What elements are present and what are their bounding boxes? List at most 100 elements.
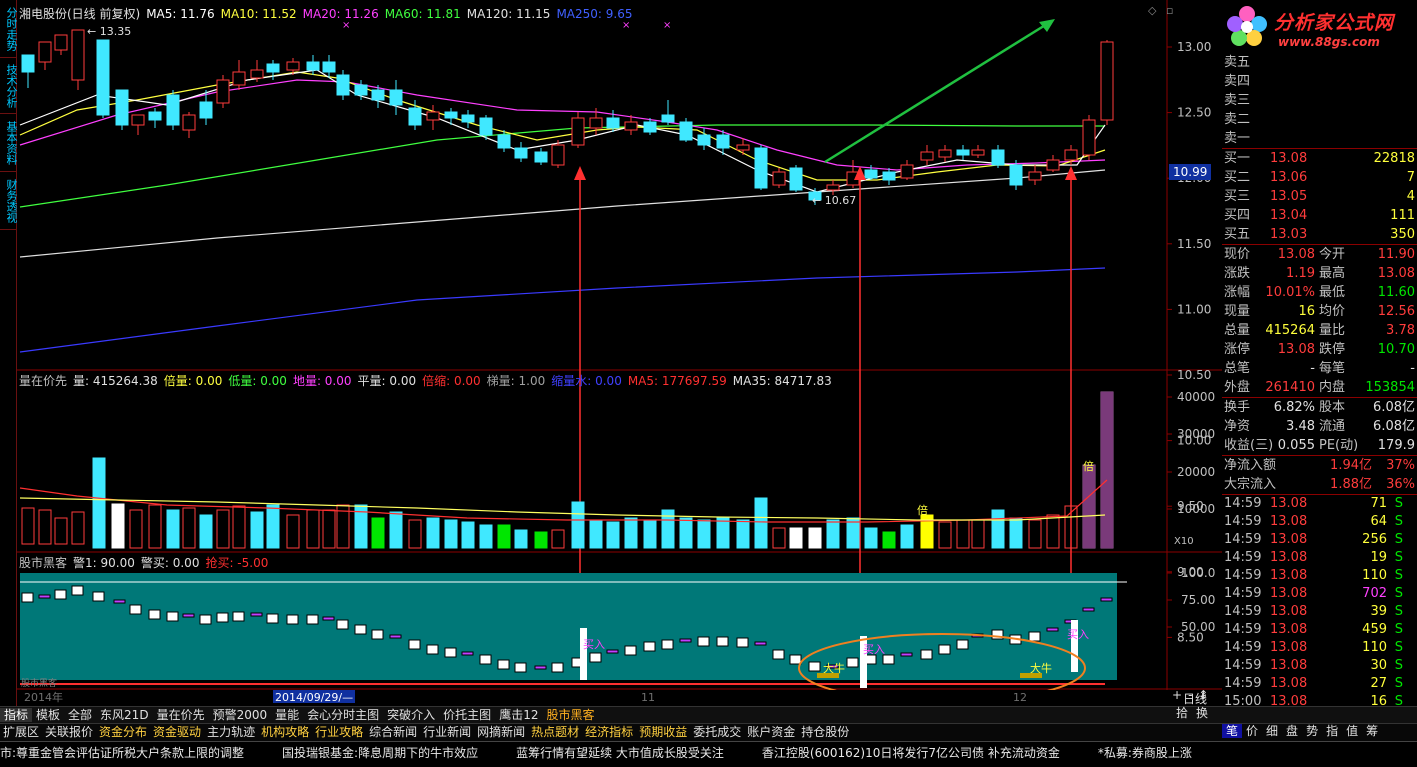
svg-text:10.99: 10.99: [1173, 165, 1207, 179]
right-tab[interactable]: 拾: [1172, 706, 1192, 720]
buy-level-label: 买四: [1224, 208, 1251, 223]
ind_header-label-0: 股市黑客: [19, 556, 68, 570]
quote-tab[interactable]: 指: [1322, 724, 1342, 738]
indicator-mark: [1028, 631, 1041, 642]
ticker-item[interactable]: 市:尊重金管会评估证所税大户条款上限的调整: [0, 746, 244, 760]
indicator-mark: [551, 662, 564, 673]
tick-price: 13.08: [1270, 640, 1308, 655]
ma-label-3: MA60: 11.81: [384, 7, 461, 21]
indicator-tab[interactable]: 量能: [271, 708, 303, 722]
quote-tab[interactable]: 盘: [1282, 724, 1302, 738]
quote-tab[interactable]: 筹: [1362, 724, 1382, 738]
stat-value-2: 11.90: [1377, 247, 1415, 262]
left-tab-2[interactable]: 基本资料: [0, 114, 18, 172]
indicator-tab[interactable]: 预警2000: [209, 708, 272, 722]
extension-tab[interactable]: 预期收益: [636, 725, 690, 739]
indicator-mark: [661, 639, 674, 650]
indicator-tab[interactable]: 东风21D: [96, 708, 153, 722]
tick-price: 13.08: [1270, 604, 1308, 619]
extension-tab[interactable]: 资金驱动: [150, 725, 204, 739]
right-tab[interactable]: 换: [1192, 706, 1212, 720]
tick-price: 13.08: [1270, 532, 1308, 547]
window-controls[interactable]: ◇ ▫: [1148, 4, 1176, 17]
news-ticker[interactable]: 市:尊重金管会评估证所税大户条款上限的调整 国投瑞银基金:降息周期下的牛市效应 蓝筹…: [0, 741, 1417, 767]
tick-row: 14:59 13.08 64 S: [1222, 513, 1417, 531]
volume-bar: [679, 517, 693, 549]
site-logo: 分析家公式网 www.88gs.com: [1222, 2, 1415, 54]
tick-side: S: [1394, 640, 1403, 655]
indicator-tab[interactable]: 会心分时主图: [303, 708, 383, 722]
quote-tab[interactable]: 价: [1242, 724, 1262, 738]
extension-tab[interactable]: 扩展区: [0, 725, 42, 739]
extension-tab[interactable]: 委托成交: [690, 725, 744, 739]
volume-bar: [808, 527, 822, 549]
extension-tab[interactable]: 网摘新闻: [474, 725, 528, 739]
indicator-mark: [354, 624, 367, 635]
indicator-tab[interactable]: 价托主图: [439, 708, 495, 722]
indicator-mark: [371, 629, 384, 640]
quote-tab[interactable]: 值: [1342, 724, 1362, 738]
candle: [679, 118, 693, 142]
indicator-mark: [624, 645, 637, 656]
volume-bar: [624, 517, 638, 549]
indicator-tab[interactable]: 全部: [64, 708, 96, 722]
extension-tab[interactable]: 热点题材: [528, 725, 582, 739]
stat-label: 外盘: [1224, 380, 1251, 395]
tick-volume: 27: [1370, 676, 1387, 691]
extension-tab[interactable]: 行业新闻: [420, 725, 474, 739]
indicator-mark: [736, 637, 749, 648]
indicator-mark: [182, 613, 195, 618]
extension-tab[interactable]: 行业攻略: [312, 725, 366, 739]
indicator-tab[interactable]: 指标: [0, 708, 33, 722]
quote-tab[interactable]: 势: [1302, 724, 1322, 738]
extension-tab[interactable]: 综合新闻: [366, 725, 420, 739]
extension-tab[interactable]: 持仓股份: [798, 725, 852, 739]
left-tab-0[interactable]: 分时走势: [0, 0, 18, 58]
ticker-item[interactable]: *私募:券商股上涨: [1098, 746, 1192, 760]
price-tick: 11.00: [1177, 302, 1211, 316]
stat-label-2: PE(动): [1319, 438, 1359, 453]
ticker-item[interactable]: 国投瑞银基金:降息周期下的牛市效应: [282, 746, 478, 760]
vol_header-label-10: MA35: 84717.83: [732, 374, 832, 388]
tick-time: 14:59: [1224, 622, 1262, 637]
stat-value-2: 13.08: [1377, 266, 1415, 281]
indicator-tab[interactable]: 量在价先: [153, 708, 209, 722]
stat-row: 涨跌 1.19 最高 13.08: [1222, 264, 1417, 283]
tick-row: 14:59 13.08 39 S: [1222, 603, 1417, 621]
volume-bar: [426, 517, 440, 549]
quote-tab[interactable]: 细: [1262, 724, 1282, 738]
tick-volume: 459: [1362, 622, 1387, 637]
indicator-mark: [38, 594, 51, 599]
extension-tab[interactable]: 关联报价: [42, 725, 96, 739]
indicator-tab[interactable]: 突破介入: [383, 708, 439, 722]
ticker-item[interactable]: 蓝筹行情有望延续 大市值成长股受关注: [516, 746, 724, 760]
stat-value: -: [1310, 361, 1315, 376]
extension-tab[interactable]: 机构攻略: [258, 725, 312, 739]
indicator-tab[interactable]: 鹰击12: [495, 708, 542, 722]
candle: [336, 70, 350, 100]
indicator-mark: [920, 649, 933, 660]
extension-tab[interactable]: 账户资金: [744, 725, 798, 739]
stat-value-2: 179.9: [1377, 438, 1415, 453]
quote-tab[interactable]: 笔: [1222, 724, 1243, 738]
stat-value-2: 153854: [1365, 380, 1415, 395]
indicator-tab[interactable]: 模板: [32, 708, 64, 722]
tick-row: 14:59 13.08 110 S: [1222, 639, 1417, 657]
indicator-tab[interactable]: 股市黑客: [542, 708, 598, 722]
ticker-item[interactable]: 香江控股(600162)10日将发行7亿公司债 补充流动资金: [762, 746, 1060, 760]
extension-tab[interactable]: 主力轨迹: [204, 725, 258, 739]
volume-bar-prev: [1083, 465, 1095, 548]
stat-label-2: 每笔: [1319, 361, 1346, 376]
stat-label: 涨幅: [1224, 285, 1251, 300]
candle: [96, 39, 110, 118]
left-tab-3[interactable]: 财务透视: [0, 172, 18, 230]
tick-side: S: [1394, 586, 1403, 601]
indicator-mark: [497, 659, 510, 670]
candle: [216, 75, 230, 108]
extension-tab[interactable]: 经济指标: [582, 725, 636, 739]
indicator-mark: [336, 619, 349, 630]
logo-title: 分析家公式网: [1274, 12, 1395, 34]
left-tab-1[interactable]: 技术分析: [0, 58, 18, 114]
tick-side: S: [1394, 622, 1403, 637]
extension-tab[interactable]: 资金分布: [96, 725, 150, 739]
